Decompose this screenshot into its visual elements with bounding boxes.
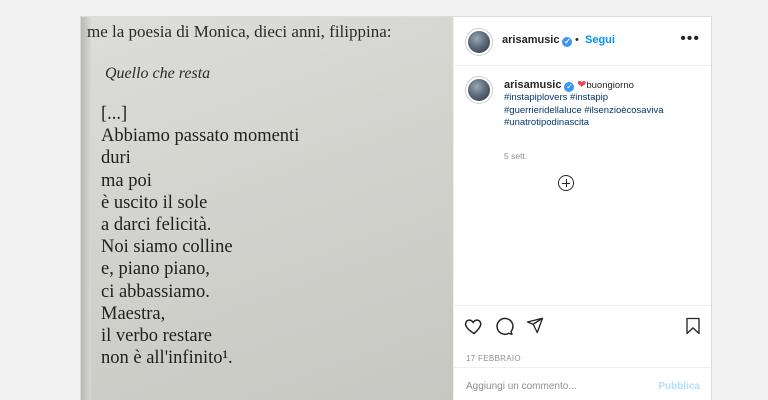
poem-line: [...] xyxy=(101,104,128,124)
poem-title: Quello che resta xyxy=(105,65,211,82)
poem-line: Maestra, xyxy=(101,303,166,324)
hashtag-line[interactable]: #unatrotipodinascita xyxy=(504,117,589,128)
page-shadow xyxy=(81,17,91,400)
action-bar: 17 FEBBRAIO xyxy=(454,305,711,368)
username-text[interactable]: arisamusic xyxy=(502,34,559,46)
more-options-icon[interactable]: ••• xyxy=(680,30,700,48)
poem-line: Noi siamo colline xyxy=(101,237,233,258)
comment-input[interactable]: Aggiungi un commento... xyxy=(466,381,577,392)
caption-username[interactable]: arisamusic xyxy=(504,79,561,91)
comment-icon[interactable] xyxy=(494,316,514,336)
avatar[interactable] xyxy=(466,77,492,103)
photo-top-line: me la poesia di Monica, dieci anni, fili… xyxy=(87,22,392,41)
verified-icon: ✓ xyxy=(564,82,575,92)
verified-icon: ✓ xyxy=(562,37,573,47)
poem-line: il verbo restare xyxy=(101,326,212,347)
caption-body: buongiorno xyxy=(586,80,634,91)
hashtag-line[interactable]: #guerrieridellaluce #ilsenzioècosaviva xyxy=(504,105,663,116)
poem-line: ma poi xyxy=(101,170,152,191)
follow-button[interactable]: Segui xyxy=(585,34,615,46)
publish-button[interactable]: Pubblica xyxy=(658,381,700,392)
bookmark-icon[interactable] xyxy=(684,316,702,336)
avatar[interactable] xyxy=(466,29,492,55)
poem-line: non è all'infinito¹. xyxy=(101,348,233,369)
caption-text: arisamusic ✓ ❤buongiorno #instapiplovers … xyxy=(504,79,704,130)
load-comments-icon[interactable] xyxy=(558,175,574,191)
share-icon[interactable] xyxy=(526,316,544,334)
hashtag-line[interactable]: #instapiplovers #instapip xyxy=(504,92,608,103)
poem-text: [...] Abbiamo passato momenti duri ma po… xyxy=(101,103,299,369)
post-photo[interactable]: me la poesia di Monica, dieci anni, fili… xyxy=(81,17,453,400)
poem-line: e, piano piano, xyxy=(101,259,210,280)
heart-emoji: ❤ xyxy=(577,79,587,91)
post-date[interactable]: 17 FEBBRAIO xyxy=(466,354,521,363)
poem-line: Abbiamo passato momenti xyxy=(101,126,300,147)
heart-icon[interactable] xyxy=(464,316,484,336)
header-username[interactable]: arisamusic ✓ xyxy=(502,34,573,47)
poem-line: ci abbassiamo. xyxy=(101,281,210,302)
poem-line: a darci felicità. xyxy=(101,215,212,236)
caption-area: arisamusic ✓ ❤buongiorno #instapiplovers … xyxy=(454,65,711,305)
post-header: arisamusic ✓ • Segui ••• xyxy=(454,17,711,66)
poem-line: duri xyxy=(101,148,131,169)
post-modal: me la poesia di Monica, dieci anni, fili… xyxy=(80,16,712,400)
separator-dot: • xyxy=(575,34,579,46)
caption-time[interactable]: 5 sett. xyxy=(504,151,527,161)
poem-line: è uscito il sole xyxy=(101,192,208,213)
comment-box: Aggiungi un commento... Pubblica xyxy=(454,367,711,400)
side-panel: arisamusic ✓ • Segui ••• arisamusic ✓ ❤buo… xyxy=(453,17,711,400)
